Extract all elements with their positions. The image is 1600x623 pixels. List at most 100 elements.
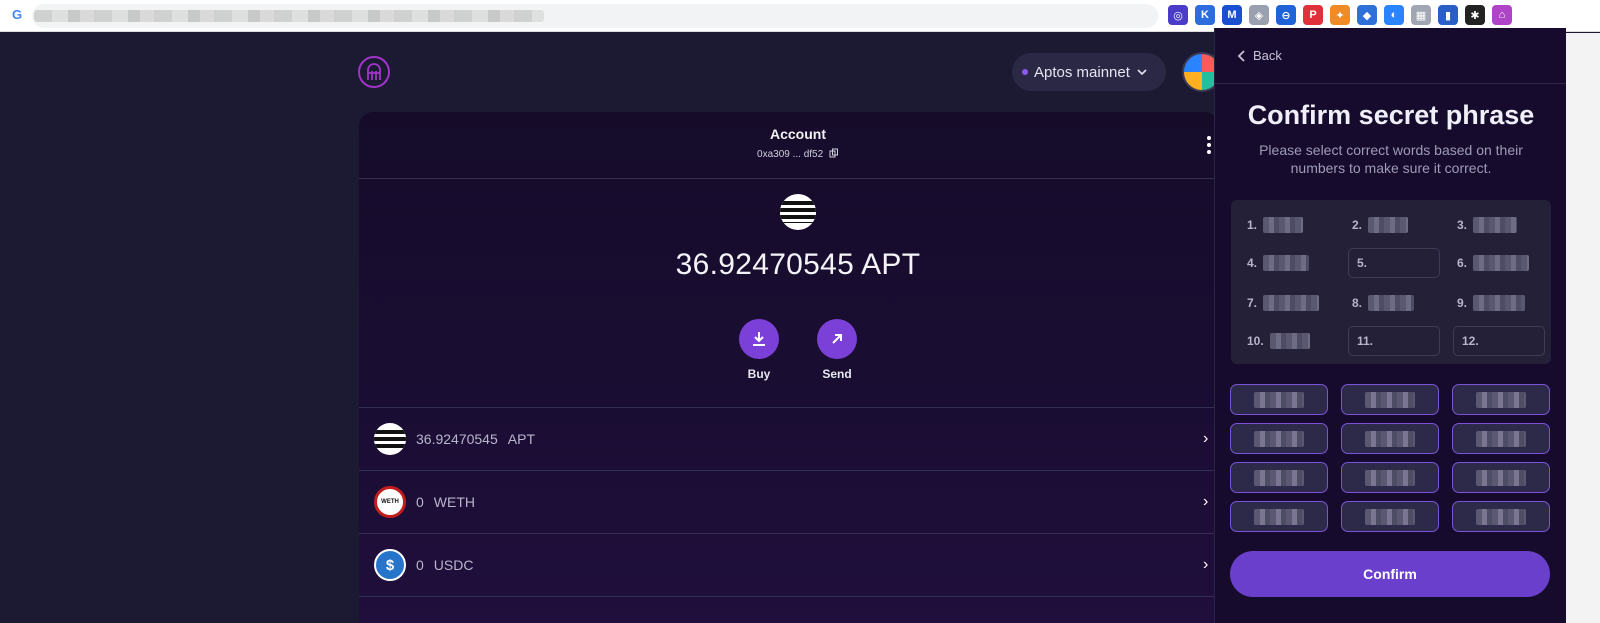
chevron-right-icon: ›	[1203, 556, 1209, 573]
address-bar[interactable]	[32, 4, 1158, 28]
blurred-word	[1254, 469, 1304, 486]
aptos-logo-icon	[780, 194, 816, 230]
blurred-word	[1263, 255, 1310, 271]
panel-title: Confirm secret phrase	[1247, 100, 1535, 130]
network-label: Aptos mainnet	[1034, 63, 1130, 81]
blurred-word	[1473, 255, 1530, 271]
phrase-slot-empty[interactable]: 5.	[1348, 248, 1440, 278]
slot-number: 5.	[1357, 256, 1368, 270]
swirl-ext-icon[interactable]: ◐	[1384, 5, 1404, 25]
network-status-dot	[1022, 69, 1028, 75]
word-choice-button[interactable]	[1341, 384, 1439, 415]
word-choice-button[interactable]	[1341, 501, 1439, 532]
phrase-slot-filled[interactable]: 2.	[1352, 210, 1448, 240]
copy-icon[interactable]	[829, 148, 839, 158]
minus-circle-ext-icon[interactable]: ⊖	[1276, 5, 1296, 25]
slot-number: 1.	[1247, 218, 1258, 232]
token-symbol: APT	[507, 431, 535, 447]
slot-number: 2.	[1352, 218, 1363, 232]
slot-number: 11.	[1357, 334, 1374, 348]
phrase-slot-filled[interactable]: 10.	[1247, 326, 1343, 356]
google-icon: G	[12, 7, 23, 22]
token-row-apt[interactable]: 36.92470545 APT ›	[359, 408, 1219, 470]
phrase-slot-filled[interactable]: 9.	[1457, 288, 1553, 318]
slot-number: 8.	[1352, 296, 1363, 310]
phrase-word-grid: 1. 2. 3. 4. 5. 6. 7. 8. 9. 10. 11. 12.	[1231, 200, 1551, 364]
phrase-slot-empty[interactable]: 11.	[1348, 326, 1440, 356]
token-symbol: WETH	[433, 494, 476, 510]
chevron-right-icon: ›	[1203, 493, 1209, 510]
blurred-word	[1269, 333, 1310, 349]
phrase-slot-filled[interactable]: 7.	[1247, 288, 1343, 318]
blurred-word	[1476, 430, 1526, 447]
back-button[interactable]: Back	[1237, 48, 1282, 63]
divider	[359, 178, 1219, 179]
account-address-text: 0xa309 ... df52	[757, 149, 824, 160]
p-ext-icon[interactable]: P	[1303, 5, 1323, 25]
send-button[interactable]	[817, 319, 857, 359]
layers-ext-icon[interactable]: ◆	[1357, 5, 1377, 25]
slot-number: 10.	[1247, 334, 1264, 348]
wallet-logo-icon[interactable]	[358, 56, 390, 88]
k-ext-icon[interactable]: K	[1195, 5, 1215, 25]
extension-icons: ◎ K M ◈ ⊖ P ✦ ◆ ◐ ▦ ▮ ✱ ⌂	[1168, 5, 1512, 27]
back-label: Back	[1253, 48, 1282, 63]
book-ext-icon[interactable]: ▦	[1411, 5, 1431, 25]
word-choice-button[interactable]	[1452, 501, 1550, 532]
token-row-weth[interactable]: WETH 0 WETH ›	[359, 471, 1219, 533]
total-balance: 36.92470545 APT	[675, 248, 921, 281]
account-address[interactable]: 0xa309 ... df52	[359, 148, 1219, 160]
phrase-slot-filled[interactable]: 3.	[1457, 210, 1553, 240]
slot-number: 6.	[1457, 256, 1468, 270]
phrase-slot-filled[interactable]: 6.	[1457, 248, 1553, 278]
wallet-card: Account 0xa309 ... df52 36.92470545 APT …	[359, 112, 1219, 623]
divider	[1215, 83, 1567, 84]
buy-label: Buy	[747, 367, 771, 381]
puzzle-ext-icon[interactable]: ✱	[1465, 5, 1485, 25]
more-options-icon[interactable]	[1207, 136, 1211, 154]
confirm-button[interactable]: Confirm	[1230, 551, 1550, 597]
network-selector[interactable]: Aptos mainnet	[1012, 53, 1166, 91]
arrow-up-right-icon	[832, 334, 842, 344]
slot-number: 7.	[1247, 296, 1258, 310]
slot-number: 12.	[1462, 334, 1479, 348]
buy-button[interactable]	[739, 319, 779, 359]
blurred-word	[1254, 391, 1304, 408]
circle-ext-icon[interactable]: ◎	[1168, 5, 1188, 25]
m-ext-icon[interactable]: M	[1222, 5, 1242, 25]
word-choice-button[interactable]	[1341, 423, 1439, 454]
slot-number: 3.	[1457, 218, 1468, 232]
send-label: Send	[822, 367, 852, 381]
blurred-word	[1263, 295, 1320, 311]
phrase-slot-filled[interactable]: 4.	[1247, 248, 1343, 278]
token-amount: 0	[416, 557, 424, 573]
divider	[359, 596, 1219, 597]
phrase-slot-empty[interactable]: 12.	[1453, 326, 1545, 356]
account-title: Account	[770, 126, 826, 142]
word-choice-button[interactable]	[1452, 384, 1550, 415]
shield-ext-icon[interactable]: ◈	[1249, 5, 1269, 25]
word-choice-button[interactable]	[1230, 501, 1328, 532]
chevron-left-icon	[1237, 49, 1245, 62]
word-choice-button[interactable]	[1452, 462, 1550, 493]
token-row-usdc[interactable]: $ 0 USDC ›	[359, 534, 1219, 596]
blurred-word	[1473, 295, 1526, 311]
blurred-word	[1254, 508, 1304, 525]
slot-number: 9.	[1457, 296, 1468, 310]
fox-ext-icon[interactable]: ✦	[1330, 5, 1350, 25]
phrase-slot-filled[interactable]: 1.	[1247, 210, 1343, 240]
word-choice-button[interactable]	[1452, 423, 1550, 454]
blurred-word	[1365, 430, 1415, 447]
word-choice-button[interactable]	[1341, 462, 1439, 493]
scrollbar[interactable]	[1566, 33, 1600, 623]
bookmark-ext-icon[interactable]: ▮	[1438, 5, 1458, 25]
usdc-token-icon: $	[374, 549, 406, 581]
token-amount: 36.92470545	[416, 431, 498, 447]
slot-number: 4.	[1247, 256, 1258, 270]
word-choice-button[interactable]	[1230, 462, 1328, 493]
wallet-ext-icon[interactable]: ⌂	[1492, 5, 1512, 25]
word-choice-button[interactable]	[1230, 423, 1328, 454]
blurred-word	[1473, 217, 1518, 233]
word-choice-button[interactable]	[1230, 384, 1328, 415]
phrase-slot-filled[interactable]: 8.	[1352, 288, 1448, 318]
